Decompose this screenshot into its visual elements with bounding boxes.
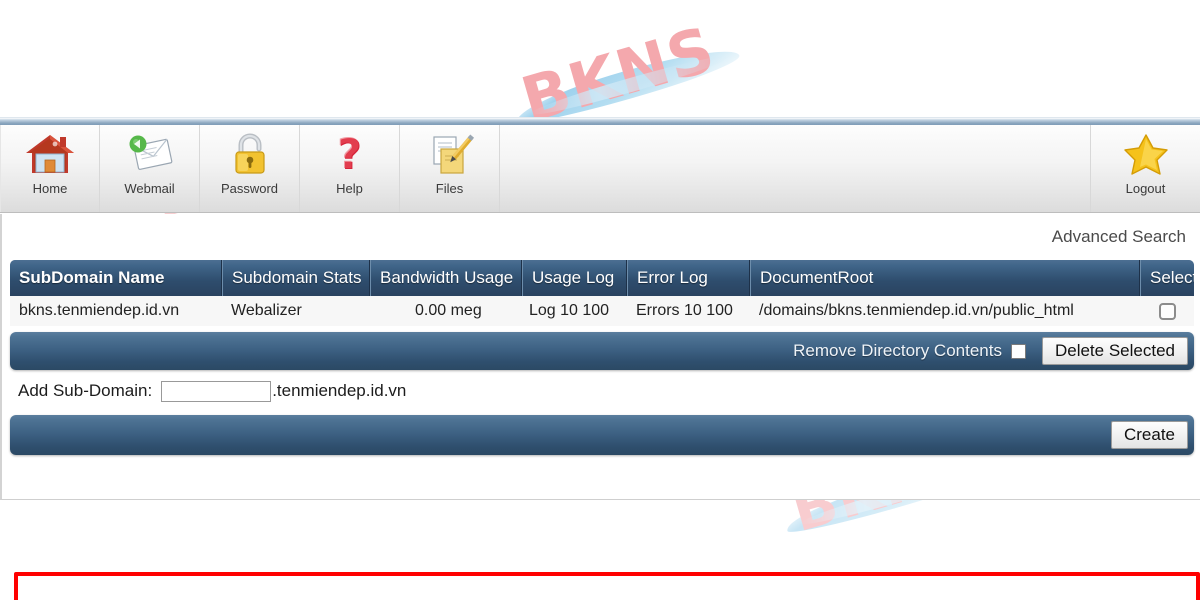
content-inner: Advanced Search SubDomain Name Subdomain…: [10, 214, 1200, 600]
toolbar-item-label: Help: [336, 181, 363, 196]
column-header-select[interactable]: Select: [1140, 260, 1194, 296]
cell-subdomain-name[interactable]: bkns.tenmiendep.id.vn: [10, 296, 222, 326]
remove-directory-contents-checkbox[interactable]: [1010, 343, 1026, 359]
add-subdomain-label: Add Sub-Domain:: [18, 381, 153, 400]
column-header-error-log[interactable]: Error Log: [627, 260, 750, 296]
watermark-bkns: BKNS: [511, 12, 743, 137]
page-root: BKNS BKNS BKNS BKNS BKNS: [0, 0, 1200, 600]
toolbar-item-label: Webmail: [124, 181, 175, 196]
cell-select: [1140, 296, 1194, 326]
window-top-strip: [0, 117, 1200, 125]
advanced-search-link[interactable]: Advanced Search: [1052, 227, 1186, 247]
column-header-document-root[interactable]: DocumentRoot: [750, 260, 1140, 296]
padlock-icon: [224, 129, 276, 179]
toolbar-item-label: Logout: [1125, 181, 1166, 196]
watermark-swoosh-highlight: [529, 50, 730, 121]
watermark-text: BKNS: [513, 12, 723, 137]
toolbar-right-group: Logout: [1090, 125, 1200, 212]
toolbar-item-home[interactable]: Home: [0, 125, 100, 212]
subdomain-input[interactable]: [161, 380, 272, 402]
add-subdomain-row: Add Sub-Domain: .tenmiendep.id.vn: [10, 375, 1194, 407]
files-icon: [424, 129, 476, 179]
svg-text:?: ?: [336, 129, 360, 178]
star-icon: [1120, 129, 1172, 179]
delete-selected-button[interactable]: Delete Selected: [1041, 336, 1188, 366]
row-select-checkbox[interactable]: [1158, 302, 1176, 320]
column-header-subdomain-name[interactable]: SubDomain Name: [10, 260, 222, 296]
domain-suffix-label: .tenmiendep.id.vn: [272, 381, 407, 400]
webmail-icon: [124, 129, 176, 179]
toolbar-item-help[interactable]: ? ? Help: [300, 125, 400, 212]
cell-subdomain-stats[interactable]: Webalizer: [222, 296, 370, 326]
remove-directory-contents-label: Remove Directory Contents: [793, 341, 1002, 360]
question-mark-icon: ? ?: [324, 129, 376, 179]
toolbar-item-label: Home: [32, 181, 68, 196]
home-icon: [24, 129, 76, 179]
content-panel: Advanced Search SubDomain Name Subdomain…: [0, 214, 1200, 600]
subdomain-table: SubDomain Name Subdomain Stats Bandwidth…: [10, 260, 1200, 600]
delete-action-bar: Remove Directory Contents Delete Selecte…: [10, 332, 1194, 370]
table-header-row: SubDomain Name Subdomain Stats Bandwidth…: [10, 260, 1194, 296]
table-row: bkns.tenmiendep.id.vn Webalizer 0.00 meg…: [10, 296, 1194, 326]
cell-error-log[interactable]: Errors 10 100: [627, 296, 750, 326]
toolbar-item-webmail[interactable]: Webmail: [100, 125, 200, 212]
main-toolbar: Home Webmail Password ? ? Help Files Log…: [0, 125, 1200, 213]
column-header-bandwidth-usage[interactable]: Bandwidth Usage: [370, 260, 522, 296]
toolbar-item-files[interactable]: Files: [400, 125, 500, 212]
column-header-subdomain-stats[interactable]: Subdomain Stats: [222, 260, 370, 296]
create-button[interactable]: Create: [1110, 420, 1188, 450]
column-header-usage-log[interactable]: Usage Log: [522, 260, 627, 296]
toolbar-item-label: Password: [220, 181, 279, 196]
cell-bandwidth-usage: 0.00 meg: [415, 302, 482, 319]
create-action-bar: Create: [10, 415, 1194, 455]
row-highlight-annotation: [14, 572, 1200, 600]
toolbar-item-label: Files: [435, 181, 464, 196]
advanced-search-row: Advanced Search: [10, 214, 1194, 260]
toolbar-left-group: Home Webmail Password ? ? Help Files: [0, 125, 500, 212]
toolbar-item-logout[interactable]: Logout: [1090, 125, 1200, 212]
cell-usage-log[interactable]: Log 10 100: [522, 296, 627, 326]
cell-document-root: /domains/bkns.tenmiendep.id.vn/public_ht…: [759, 302, 1074, 319]
toolbar-item-password[interactable]: Password: [200, 125, 300, 212]
